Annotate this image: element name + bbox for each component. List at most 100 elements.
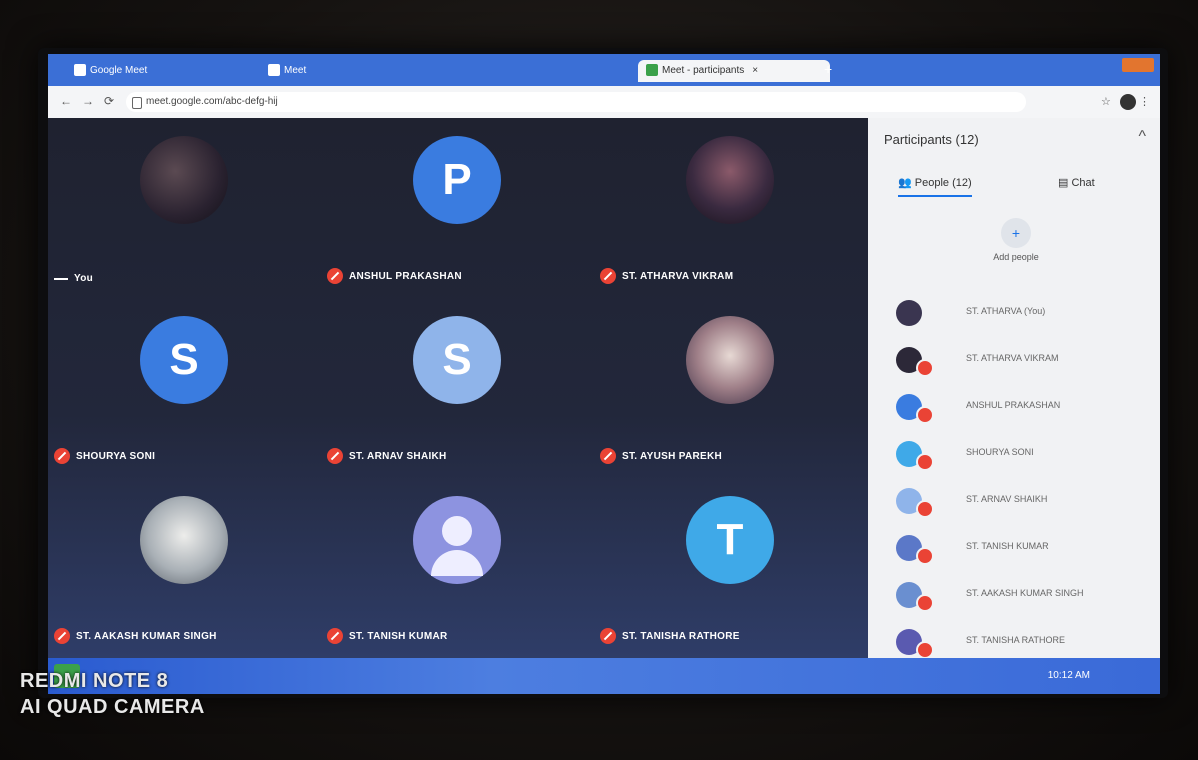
list-item[interactable]: ST. TANISH KUMAR (882, 529, 1152, 576)
menu-icon[interactable]: ⋮ (1139, 96, 1150, 108)
url-field[interactable]: meet.google.com/abc-defg-hij (126, 92, 1026, 112)
meet-favicon-icon (646, 64, 658, 77)
participant-name: ST. TANISHA RATHORE (966, 635, 1066, 645)
avatar-letter: S (442, 335, 472, 384)
collapse-panel-icon[interactable]: ^ (1138, 128, 1146, 146)
participant-tile[interactable]: ST. AYUSH PAREKH (594, 298, 867, 478)
participant-name-tag: ST. AAKASH KUMAR SINGH (54, 628, 217, 644)
mic-off-icon (327, 268, 343, 284)
participant-name: ST. AAKASH KUMAR SINGH (76, 630, 217, 642)
meet-favicon-icon (74, 64, 86, 77)
participant-tile[interactable]: P ANSHUL PRAKASHAN (321, 118, 594, 298)
tab-label: Meet - participants (662, 65, 745, 76)
participant-name: ANSHUL PRAKASHAN (966, 400, 1061, 410)
mic-off-icon (54, 628, 70, 644)
participant-avatar (686, 316, 774, 404)
participant-name: ST. TANISH KUMAR (966, 541, 1049, 551)
participant-name: ST. ATHARVA VIKRAM (622, 270, 734, 282)
participant-tile[interactable]: T ST. TANISHA RATHORE (594, 478, 867, 658)
close-tab-icon[interactable]: × (752, 65, 758, 76)
watermark-line: REDMI NOTE 8 (20, 670, 169, 692)
participant-name-tag: ST. TANISH KUMAR (327, 628, 448, 644)
star-icon[interactable]: ☆ (1101, 96, 1111, 108)
list-item[interactable]: SHOURYA SONI (882, 435, 1152, 482)
mic-off-icon (600, 268, 616, 284)
participant-name: ST. TANISHA RATHORE (622, 630, 740, 642)
person-icon (442, 516, 472, 546)
list-item[interactable]: ST. ATHARVA (You) (882, 294, 1152, 341)
reload-icon[interactable]: ⟳ (104, 94, 114, 108)
meet-favicon-icon (268, 64, 280, 77)
window-close-button[interactable] (1122, 58, 1154, 72)
add-people-button[interactable]: + Add people (986, 218, 1046, 262)
self-indicator-icon (54, 277, 68, 280)
participant-name-tag: You (54, 273, 93, 284)
list-item[interactable]: ST. ATHARVA VIKRAM (882, 341, 1152, 388)
avatar-letter: T (716, 515, 744, 564)
participants-panel: Participants (12) ^ 👥 People (12) ▤ Chat… (868, 118, 1160, 659)
mic-off-icon (916, 453, 934, 471)
participant-name: SHOURYA SONI (966, 447, 1034, 457)
browser-extensions: ☆ ⋮ (1101, 94, 1150, 110)
participant-name-tag: ST. ARNAV SHAIKH (327, 448, 447, 464)
tab-label: Google Meet (90, 65, 148, 76)
list-item[interactable]: ST. ARNAV SHAIKH (882, 482, 1152, 529)
avatar-letter: S (169, 335, 199, 384)
participant-tile[interactable]: You (48, 118, 321, 298)
participant-name-tag: ST. ATHARVA VIKRAM (600, 268, 733, 284)
participant-name: ST. ARNAV SHAIKH (966, 494, 1048, 504)
participant-name-tag: ST. TANISHA RATHORE (600, 628, 740, 644)
participant-name: ST. ATHARVA (You) (966, 306, 1046, 316)
mic-off-icon (327, 448, 343, 464)
browser-tab[interactable]: Google Meet (66, 60, 272, 82)
mic-off-icon (916, 641, 934, 659)
taskbar-clock: 10:12 AM (1047, 670, 1090, 681)
tab-label: Chat (1071, 177, 1095, 189)
forward-icon[interactable]: → (82, 94, 94, 108)
screen: Google Meet Meet Meet - participants × + … (48, 54, 1160, 694)
tab-chat[interactable]: ▤ Chat (1058, 176, 1095, 189)
os-taskbar: 10:12 AM (48, 658, 1160, 694)
participant-name: ST. AAKASH KUMAR SINGH (966, 588, 1084, 598)
add-people-label: Add people (993, 252, 1039, 262)
tab-people[interactable]: 👥 People (12) (898, 176, 972, 197)
participant-avatar (140, 496, 228, 584)
participant-tile[interactable]: ST. TANISH KUMAR (321, 478, 594, 658)
browser-tab-active[interactable]: Meet - participants × (638, 60, 830, 82)
participant-avatar: S (413, 316, 501, 404)
browser-tab[interactable]: Meet (260, 60, 466, 82)
participant-avatar: S (140, 316, 228, 404)
mic-off-icon (916, 359, 934, 377)
participant-tile[interactable]: ST. AAKASH KUMAR SINGH (48, 478, 321, 658)
participant-name: ST. TANISH KUMAR (349, 630, 448, 642)
list-item[interactable]: ANSHUL PRAKASHAN (882, 388, 1152, 435)
participant-avatar: P (413, 136, 501, 224)
participant-avatar (140, 136, 228, 224)
new-tab-button[interactable]: + (824, 61, 832, 77)
participant-tile[interactable]: S ST. ARNAV SHAIKH (321, 298, 594, 478)
avatar-letter: P (442, 155, 472, 204)
panel-title: Participants (12) (884, 132, 979, 147)
participant-name-tag: ANSHUL PRAKASHAN (327, 268, 462, 284)
participant-tile[interactable]: S SHOURYA SONI (48, 298, 321, 478)
add-person-icon: + (1001, 218, 1031, 248)
participant-name: ST. AYUSH PAREKH (622, 450, 723, 462)
participant-name: You (74, 273, 94, 284)
list-item[interactable]: ST. AAKASH KUMAR SINGH (882, 576, 1152, 623)
browser-address-bar: ← → ⟳ meet.google.com/abc-defg-hij ☆ ⋮ (48, 86, 1160, 119)
meeting-stage: You P ANSHUL PRAKASHAN ST. ATHARVA VIKRA… (48, 118, 868, 658)
tab-label: Meet (284, 65, 307, 76)
lock-icon (132, 97, 142, 109)
participant-avatar (896, 300, 922, 326)
mic-off-icon (600, 448, 616, 464)
participant-name-tag: ST. AYUSH PAREKH (600, 448, 722, 464)
participant-name: ST. ATHARVA VIKRAM (966, 353, 1059, 363)
participant-avatar (686, 136, 774, 224)
mic-off-icon (916, 547, 934, 565)
mic-off-icon (916, 594, 934, 612)
participant-tile[interactable]: ST. ATHARVA VIKRAM (594, 118, 867, 298)
back-icon[interactable]: ← (60, 94, 72, 108)
mic-off-icon (916, 406, 934, 424)
profile-avatar[interactable] (1119, 94, 1136, 110)
watermark-line: AI QUAD CAMERA (20, 696, 205, 718)
